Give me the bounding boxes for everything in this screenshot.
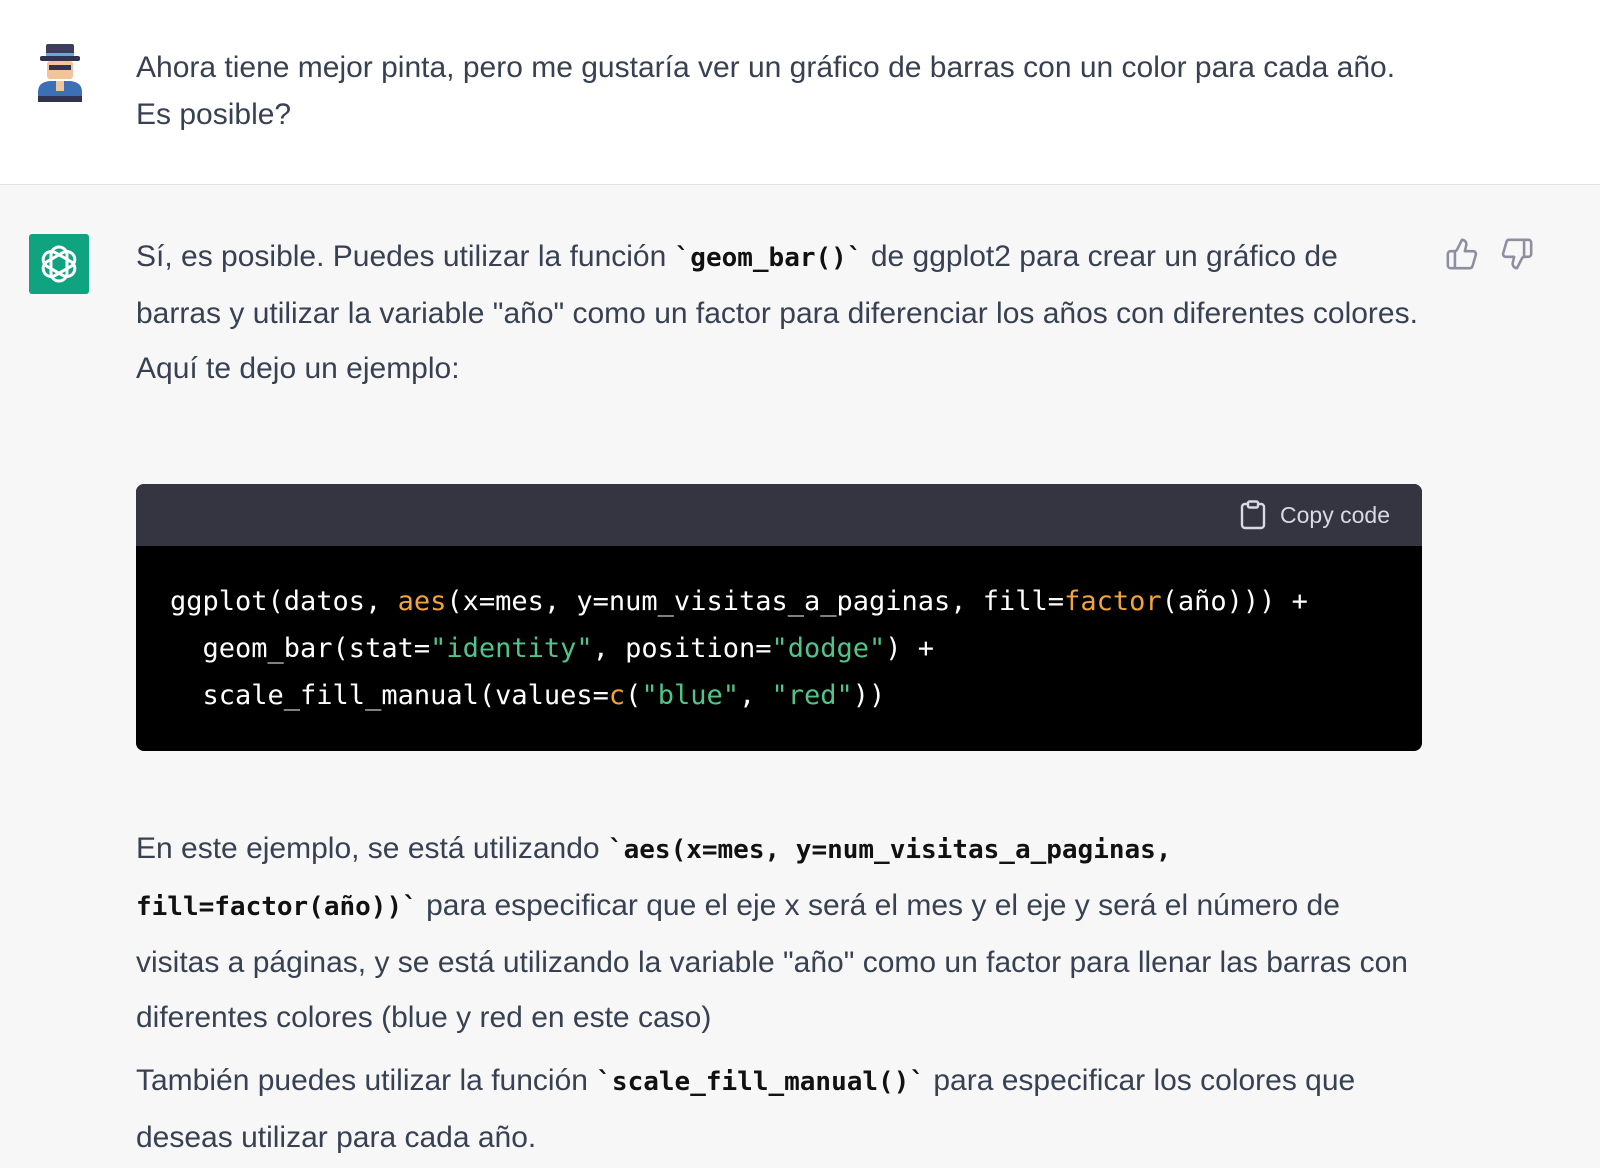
copy-code-label: Copy code (1280, 501, 1390, 528)
hat-person-icon (38, 44, 82, 102)
thumbs-down-button[interactable] (1500, 237, 1534, 271)
thumbs-up-button[interactable] (1445, 237, 1479, 271)
code-content: ggplot(datos, aes(x=mes, y=num_visitas_a… (136, 546, 1422, 719)
code-line-2: geom_bar(stat="identity", position="dodg… (170, 633, 935, 664)
user-message-row: Ahora tiene mejor pinta, pero me gustarí… (0, 0, 1600, 185)
code-line-1: ggplot(datos, aes(x=mes, y=num_visitas_a… (170, 586, 1308, 617)
assistant-message-content: Sí, es posible. Puedes utilizar la funci… (136, 229, 1426, 1154)
thumbs-up-icon (1446, 238, 1478, 270)
paragraph-text: En este ejemplo, se está utilizando (136, 832, 608, 865)
openai-logo-icon (41, 245, 77, 283)
clipboard-icon (1240, 500, 1266, 530)
assistant-message-row: Sí, es posible. Puedes utilizar la funci… (0, 185, 1600, 1168)
code-line-3: scale_fill_manual(values=c("blue", "red"… (170, 680, 886, 711)
paragraph-text: Sí, es posible. Puedes utilizar la funci… (136, 240, 675, 273)
inline-code: `geom_bar()` (674, 243, 863, 273)
assistant-paragraph-2: En este ejemplo, se está utilizando `aes… (136, 821, 1426, 1045)
user-avatar (32, 40, 88, 104)
inline-code: `scale_fill_manual()` (596, 1067, 926, 1097)
user-message-text: Ahora tiene mejor pinta, pero me gustarí… (136, 51, 1396, 131)
thumbs-down-icon (1501, 238, 1533, 270)
code-block-header: Copy code (136, 484, 1422, 546)
paragraph-text: También puedes utilizar la función (136, 1064, 597, 1097)
assistant-paragraph-1: Sí, es posible. Puedes utilizar la funci… (136, 229, 1426, 396)
copy-code-button[interactable]: Copy code (1240, 500, 1390, 530)
assistant-avatar (29, 234, 89, 294)
code-block: Copy code ggplot(datos, aes(x=mes, y=num… (136, 484, 1422, 751)
assistant-paragraph-3: También puedes utilizar la función `scal… (136, 1053, 1426, 1165)
